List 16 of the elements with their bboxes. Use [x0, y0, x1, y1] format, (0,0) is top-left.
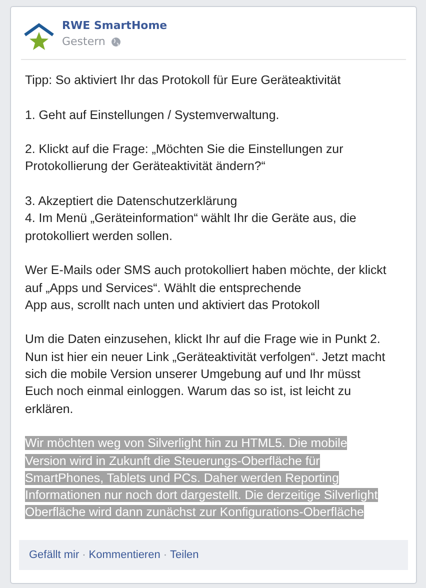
post-paragraph: 1. Geht auf Einstellungen / Systemverwaltung. — [25, 106, 280, 124]
separator-dot: · — [82, 549, 86, 561]
house-star-logo — [23, 23, 55, 51]
post-paragraph: Tipp: So aktiviert Ihr das Protokoll für Eure Geräteaktivität — [25, 72, 342, 89]
separator-dot: · — [163, 549, 168, 561]
highlighted-paragraph: Wir möchten weg von Silverlight hin zu HTML5. Die mobile Version wird in Zukunft die Steuerungs-Oberfläche für SmartPhones, Tablets und PCs. Daher werden Reporting Informationen nur noch dort dargestellt. Die derzeitige Silverlight Oberfläche wird dann zunächst zur Konfigurations-Oberfläche — [25, 435, 379, 522]
action-link[interactable]: Kommentieren — [88, 549, 160, 561]
action-link[interactable]: Teilen — [170, 549, 199, 561]
post-paragraph: 2. Klickt auf die Frage: „Möchten Sie die Einstellungen zur Protokollierung der Geräteaktivität ändern?“ — [25, 141, 344, 176]
post-paragraph: 3. Akzeptiert die Datenschutzerklärung 4. Im Menü „Geräteinformation“ wählt Ihr die Geräte aus, die protokolliert werden sollen. — [25, 193, 358, 245]
action-link[interactable]: Gefällt mir — [29, 549, 80, 561]
post-paragraph: Wer E-Mails oder SMS auch protokolliert haben möchte, der klickt auf „Apps und Services“. Wählt die entsprechende App aus, scrollt nach unten und aktiviert das Protokoll — [25, 262, 388, 314]
post-time: Gestern — [62, 35, 106, 48]
post-paragraph: Um die Daten einzusehen, klickt Ihr auf die Frage wie in Punkt 2. Nun ist hier ein neuer Link „Geräteaktivität verfolgen“. Jetzt macht sich die mobile Version unserer Umgebung auf und Ihr müsst Euch noch einmal einloggen. Warum das so ist, ist leicht zu erklären. — [25, 331, 386, 418]
author-link[interactable]: RWE SmartHome — [62, 19, 168, 32]
globe-icon — [111, 36, 122, 46]
